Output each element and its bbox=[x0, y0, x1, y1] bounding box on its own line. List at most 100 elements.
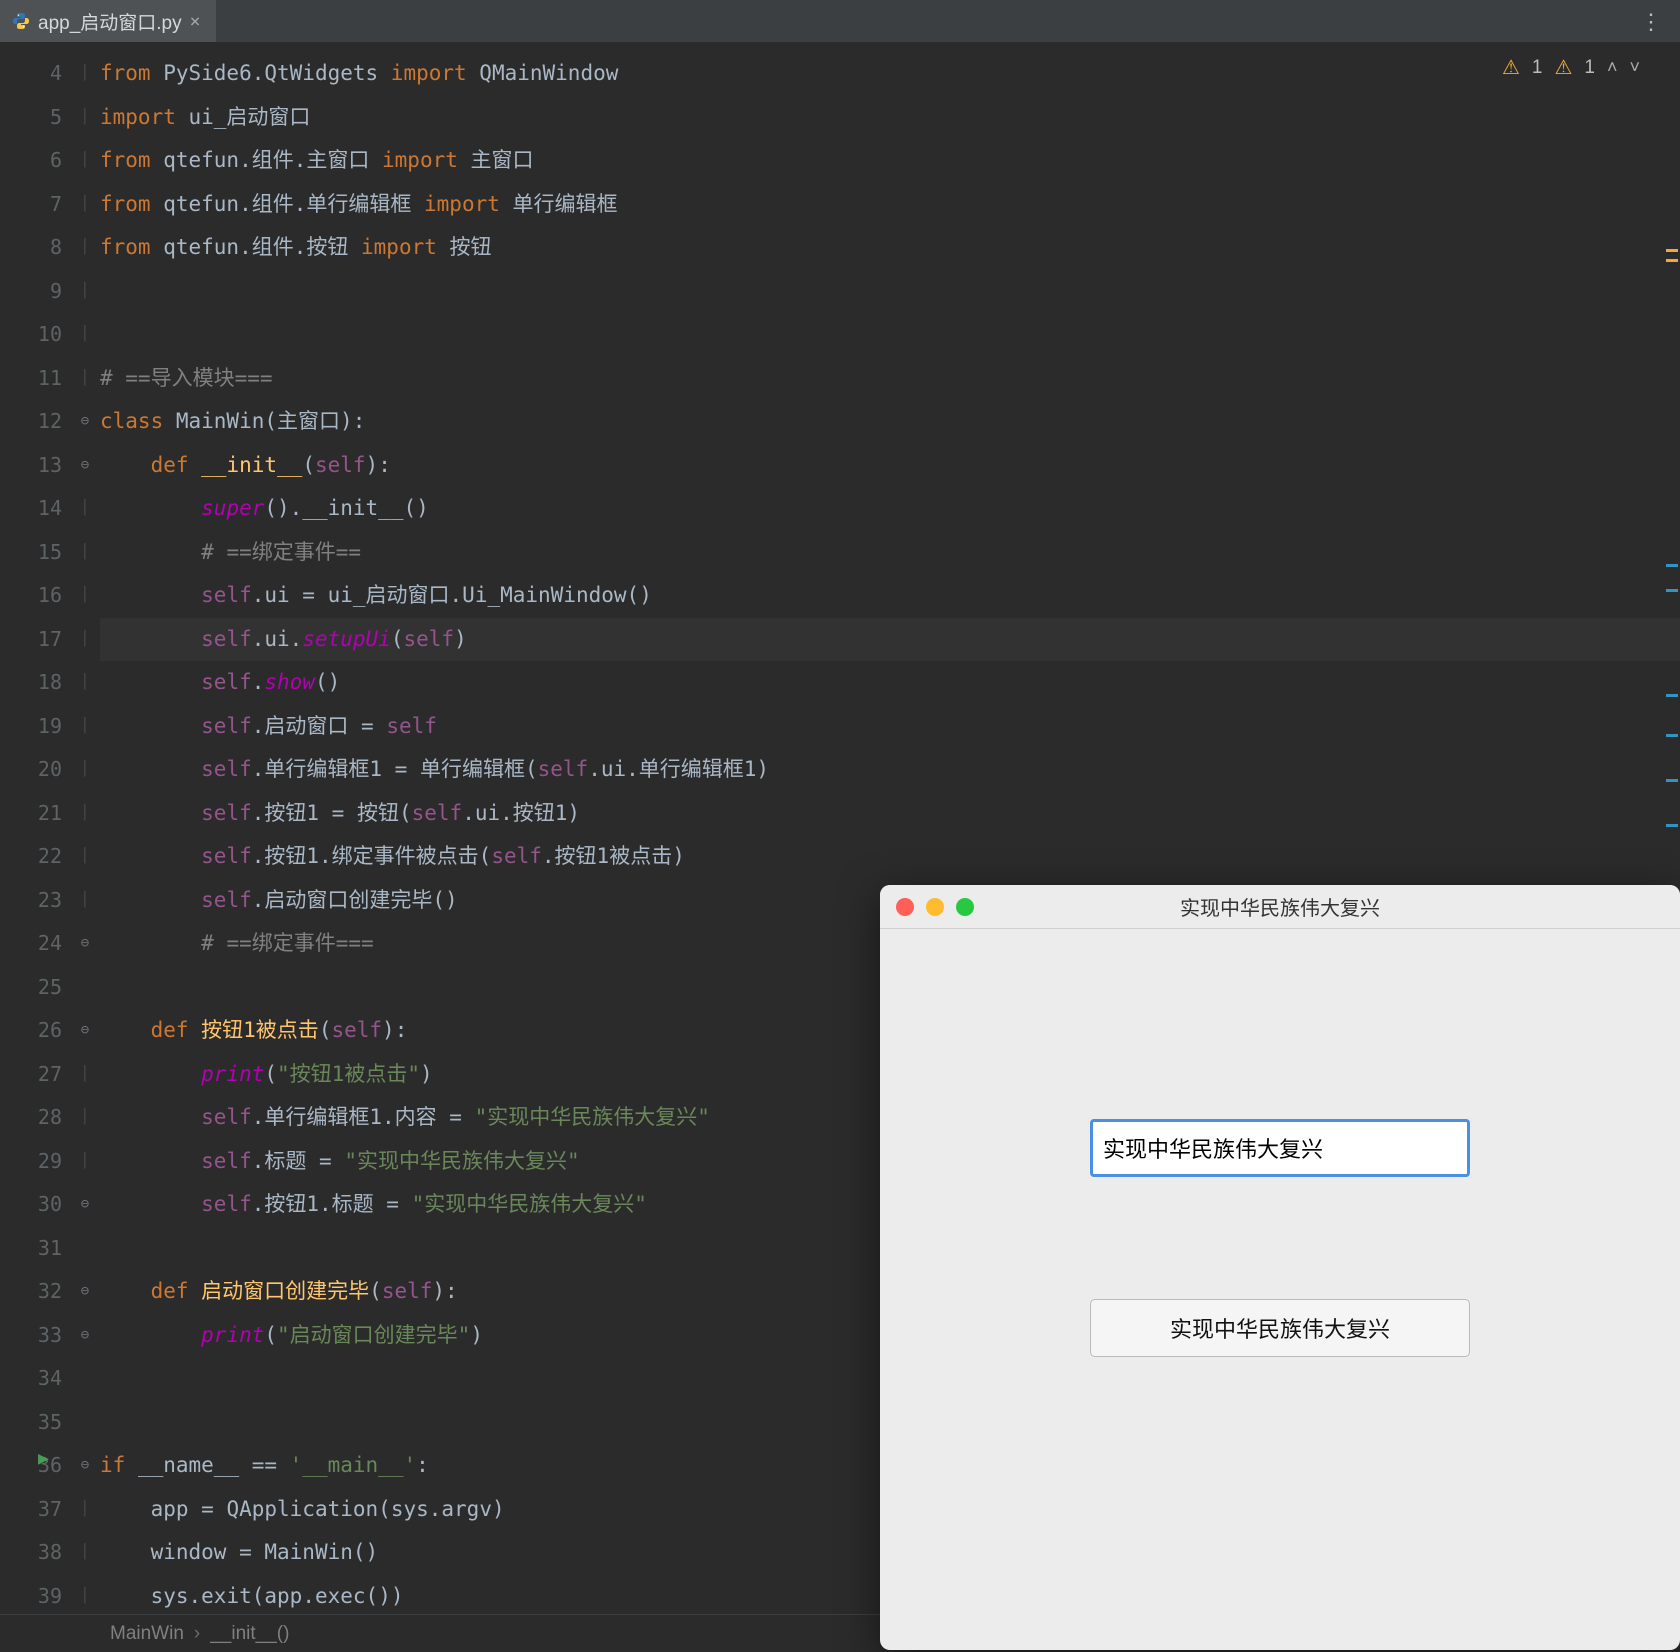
line-number: 32 bbox=[0, 1270, 70, 1314]
code-line[interactable]: self.启动窗口 = self bbox=[100, 705, 1680, 749]
fold-marker[interactable]: ⊖ bbox=[70, 1444, 100, 1488]
line-number: 30 bbox=[0, 1183, 70, 1227]
line-number: 11 bbox=[0, 357, 70, 401]
fold-marker: │ bbox=[70, 357, 100, 401]
info-marker[interactable] bbox=[1666, 824, 1678, 827]
run-gutter-icon[interactable]: ▶ bbox=[38, 1448, 49, 1469]
code-line[interactable]: self.ui = ui_启动窗口.Ui_MainWindow() bbox=[100, 574, 1680, 618]
fold-marker: │ bbox=[70, 748, 100, 792]
fold-column: ││││││││⊖⊖││││││││││⊖⊖│││⊖⊖⊖⊖│││ bbox=[70, 42, 100, 1614]
fold-marker[interactable]: ⊖ bbox=[70, 922, 100, 966]
line-number: 19 bbox=[0, 705, 70, 749]
line-number: 9 bbox=[0, 270, 70, 314]
fold-marker: │ bbox=[70, 52, 100, 96]
code-line[interactable]: # ==导入模块=== bbox=[100, 357, 1680, 401]
info-marker[interactable] bbox=[1666, 564, 1678, 567]
code-line[interactable]: def __init__(self): bbox=[100, 444, 1680, 488]
line-number: 39 bbox=[0, 1575, 70, 1619]
code-line[interactable] bbox=[100, 270, 1680, 314]
line-number: 15 bbox=[0, 531, 70, 575]
fold-marker: │ bbox=[70, 661, 100, 705]
fold-marker[interactable]: ⊖ bbox=[70, 1009, 100, 1053]
line-number: 37 bbox=[0, 1488, 70, 1532]
fold-marker: │ bbox=[70, 1096, 100, 1140]
fold-marker bbox=[70, 1357, 100, 1401]
fold-marker: │ bbox=[70, 1140, 100, 1184]
fold-marker: │ bbox=[70, 531, 100, 575]
textfield-value: 实现中华民族伟大复兴 bbox=[1103, 1132, 1323, 1164]
fold-marker bbox=[70, 1401, 100, 1445]
warn-marker[interactable] bbox=[1666, 259, 1678, 262]
app-button[interactable]: 实现中华民族伟大复兴 bbox=[1090, 1299, 1470, 1357]
fold-marker[interactable]: ⊖ bbox=[70, 1270, 100, 1314]
fold-marker bbox=[70, 1227, 100, 1271]
code-line[interactable] bbox=[100, 313, 1680, 357]
code-line[interactable]: self.ui.setupUi(self) bbox=[100, 618, 1680, 662]
line-number: 6 bbox=[0, 139, 70, 183]
line-number: 7 bbox=[0, 183, 70, 227]
fold-marker: │ bbox=[70, 1053, 100, 1097]
code-line[interactable]: # ==绑定事件== bbox=[100, 531, 1680, 575]
line-number: 36 bbox=[0, 1444, 70, 1488]
fold-marker: │ bbox=[70, 705, 100, 749]
fold-marker: │ bbox=[70, 879, 100, 923]
line-number: 10 bbox=[0, 313, 70, 357]
code-line[interactable]: self.按钮1 = 按钮(self.ui.按钮1) bbox=[100, 792, 1680, 836]
code-line[interactable]: import ui_启动窗口 bbox=[100, 96, 1680, 140]
tab-bar: app_启动窗口.py × ⋮ bbox=[0, 0, 1680, 42]
running-app-window: 实现中华民族伟大复兴 实现中华民族伟大复兴 实现中华民族伟大复兴 bbox=[880, 885, 1680, 1650]
line-number: 5 bbox=[0, 96, 70, 140]
fold-marker: │ bbox=[70, 96, 100, 140]
window-titlebar[interactable]: 实现中华民族伟大复兴 bbox=[880, 885, 1680, 929]
info-marker[interactable] bbox=[1666, 589, 1678, 592]
file-tab[interactable]: app_启动窗口.py × bbox=[0, 0, 216, 42]
fold-marker: │ bbox=[70, 487, 100, 531]
code-line[interactable]: self.按钮1.绑定事件被点击(self.按钮1被点击) bbox=[100, 835, 1680, 879]
single-line-edit[interactable]: 实现中华民族伟大复兴 bbox=[1090, 1119, 1470, 1177]
code-line[interactable]: from qtefun.组件.按钮 import 按钮 bbox=[100, 226, 1680, 270]
line-number: 21 bbox=[0, 792, 70, 836]
fold-marker: │ bbox=[70, 313, 100, 357]
fold-marker[interactable]: ⊖ bbox=[70, 444, 100, 488]
info-marker[interactable] bbox=[1666, 734, 1678, 737]
code-line[interactable]: class MainWin(主窗口): bbox=[100, 400, 1680, 444]
line-number: 20 bbox=[0, 748, 70, 792]
line-number: 13 bbox=[0, 444, 70, 488]
line-number: 35 bbox=[0, 1401, 70, 1445]
code-line[interactable]: super().__init__() bbox=[100, 487, 1680, 531]
button-label: 实现中华民族伟大复兴 bbox=[1170, 1312, 1390, 1344]
code-line[interactable]: self.show() bbox=[100, 661, 1680, 705]
fold-marker[interactable]: ⊖ bbox=[70, 1314, 100, 1358]
line-number: 24 bbox=[0, 922, 70, 966]
fold-marker: │ bbox=[70, 270, 100, 314]
fold-marker: │ bbox=[70, 139, 100, 183]
code-line[interactable]: from qtefun.组件.单行编辑框 import 单行编辑框 bbox=[100, 183, 1680, 227]
breadcrumb-class[interactable]: MainWin bbox=[110, 1623, 184, 1645]
code-line[interactable]: self.单行编辑框1 = 单行编辑框(self.ui.单行编辑框1) bbox=[100, 748, 1680, 792]
code-line[interactable]: from PySide6.QtWidgets import QMainWindo… bbox=[100, 52, 1680, 96]
info-marker[interactable] bbox=[1666, 694, 1678, 697]
python-file-icon bbox=[12, 12, 30, 30]
line-number: 17 bbox=[0, 618, 70, 662]
info-marker[interactable] bbox=[1666, 779, 1678, 782]
line-number: 25 bbox=[0, 966, 70, 1010]
warn-marker[interactable] bbox=[1666, 249, 1678, 252]
tab-filename: app_启动窗口.py bbox=[38, 8, 182, 35]
line-number: 26 bbox=[0, 1009, 70, 1053]
line-number: 4 bbox=[0, 52, 70, 96]
code-line[interactable]: from qtefun.组件.主窗口 import 主窗口 bbox=[100, 139, 1680, 183]
fold-marker[interactable]: ⊖ bbox=[70, 1183, 100, 1227]
line-number: 8 bbox=[0, 226, 70, 270]
breadcrumb-method[interactable]: __init__() bbox=[210, 1623, 289, 1645]
line-number: 22 bbox=[0, 835, 70, 879]
line-number: 18 bbox=[0, 661, 70, 705]
line-number: 33 bbox=[0, 1314, 70, 1358]
kebab-menu-icon[interactable]: ⋮ bbox=[1640, 10, 1662, 35]
line-number: 12 bbox=[0, 400, 70, 444]
line-number: 23 bbox=[0, 879, 70, 923]
close-tab-icon[interactable]: × bbox=[190, 11, 201, 32]
app-body: 实现中华民族伟大复兴 实现中华民族伟大复兴 bbox=[880, 929, 1680, 1650]
fold-marker: │ bbox=[70, 226, 100, 270]
fold-marker[interactable]: ⊖ bbox=[70, 400, 100, 444]
fold-marker: │ bbox=[70, 574, 100, 618]
